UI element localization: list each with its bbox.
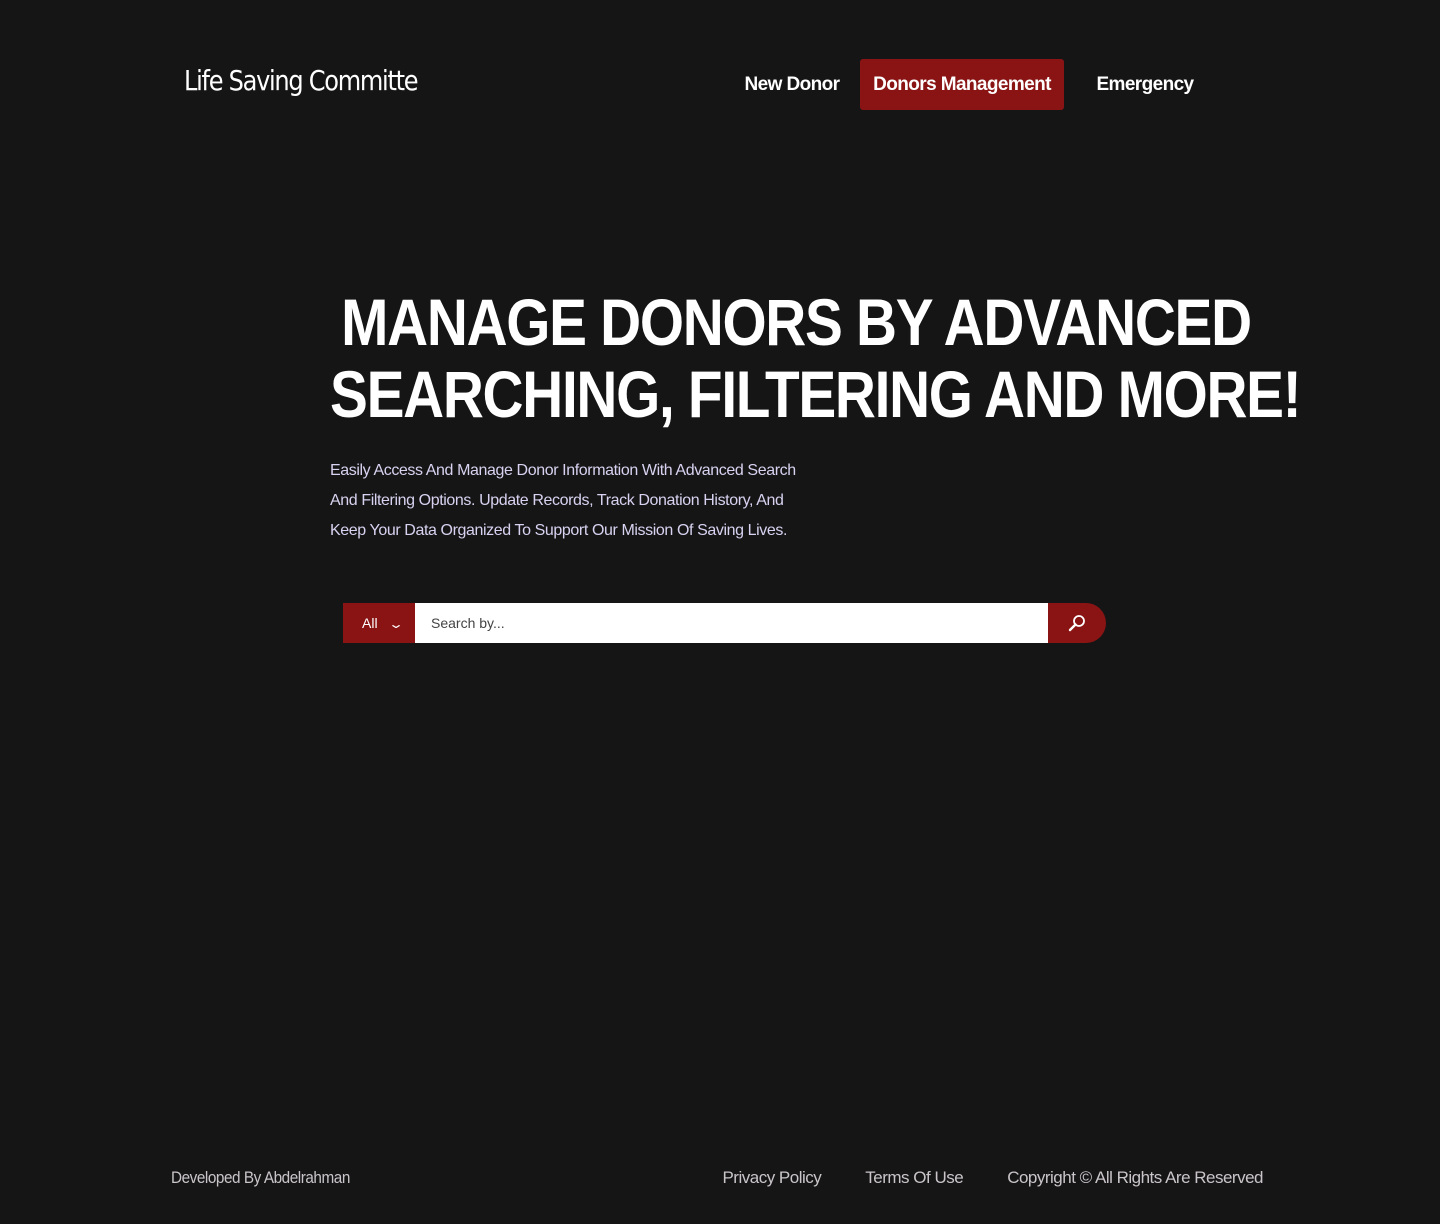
search-button[interactable] (1048, 603, 1106, 643)
nav-new-donor[interactable]: New Donor (724, 59, 860, 110)
hero-title-line-1: MANAGE DONORS BY ADVANCED (341, 285, 1252, 359)
search-input[interactable] (415, 603, 1048, 643)
hero-description: Easily Access And Manage Donor Informati… (330, 462, 796, 539)
hero-title: MANAGE DONORS BY ADVANCED SEARCHING, FIL… (330, 285, 1302, 431)
filter-dropdown-value: All (362, 615, 378, 631)
main-nav: New Donor Donors Management Emergency (724, 59, 1226, 110)
footer-copyright: Copyright © All Rights Are Reserved (1007, 1168, 1263, 1187)
chevron-down-icon: ⌄ (387, 617, 404, 631)
brand-title[interactable]: Life Saving Committe (184, 64, 419, 97)
footer-developer-credit: Developed By Abdelrahman (171, 1168, 350, 1187)
filter-dropdown[interactable]: All ⌄ (343, 603, 415, 643)
footer-terms-link[interactable]: Terms Of Use (865, 1168, 963, 1188)
hero-title-line-2: SEARCHING, FILTERING AND MORE! (330, 357, 1302, 431)
footer-links: Privacy Policy Terms Of Use Copyright © … (722, 1168, 1263, 1188)
search-icon (1068, 615, 1085, 632)
search-bar: All ⌄ (343, 603, 1106, 643)
nav-emergency[interactable]: Emergency (1064, 59, 1226, 110)
nav-donors-management[interactable]: Donors Management (860, 59, 1064, 110)
footer-privacy-link[interactable]: Privacy Policy (722, 1168, 821, 1188)
